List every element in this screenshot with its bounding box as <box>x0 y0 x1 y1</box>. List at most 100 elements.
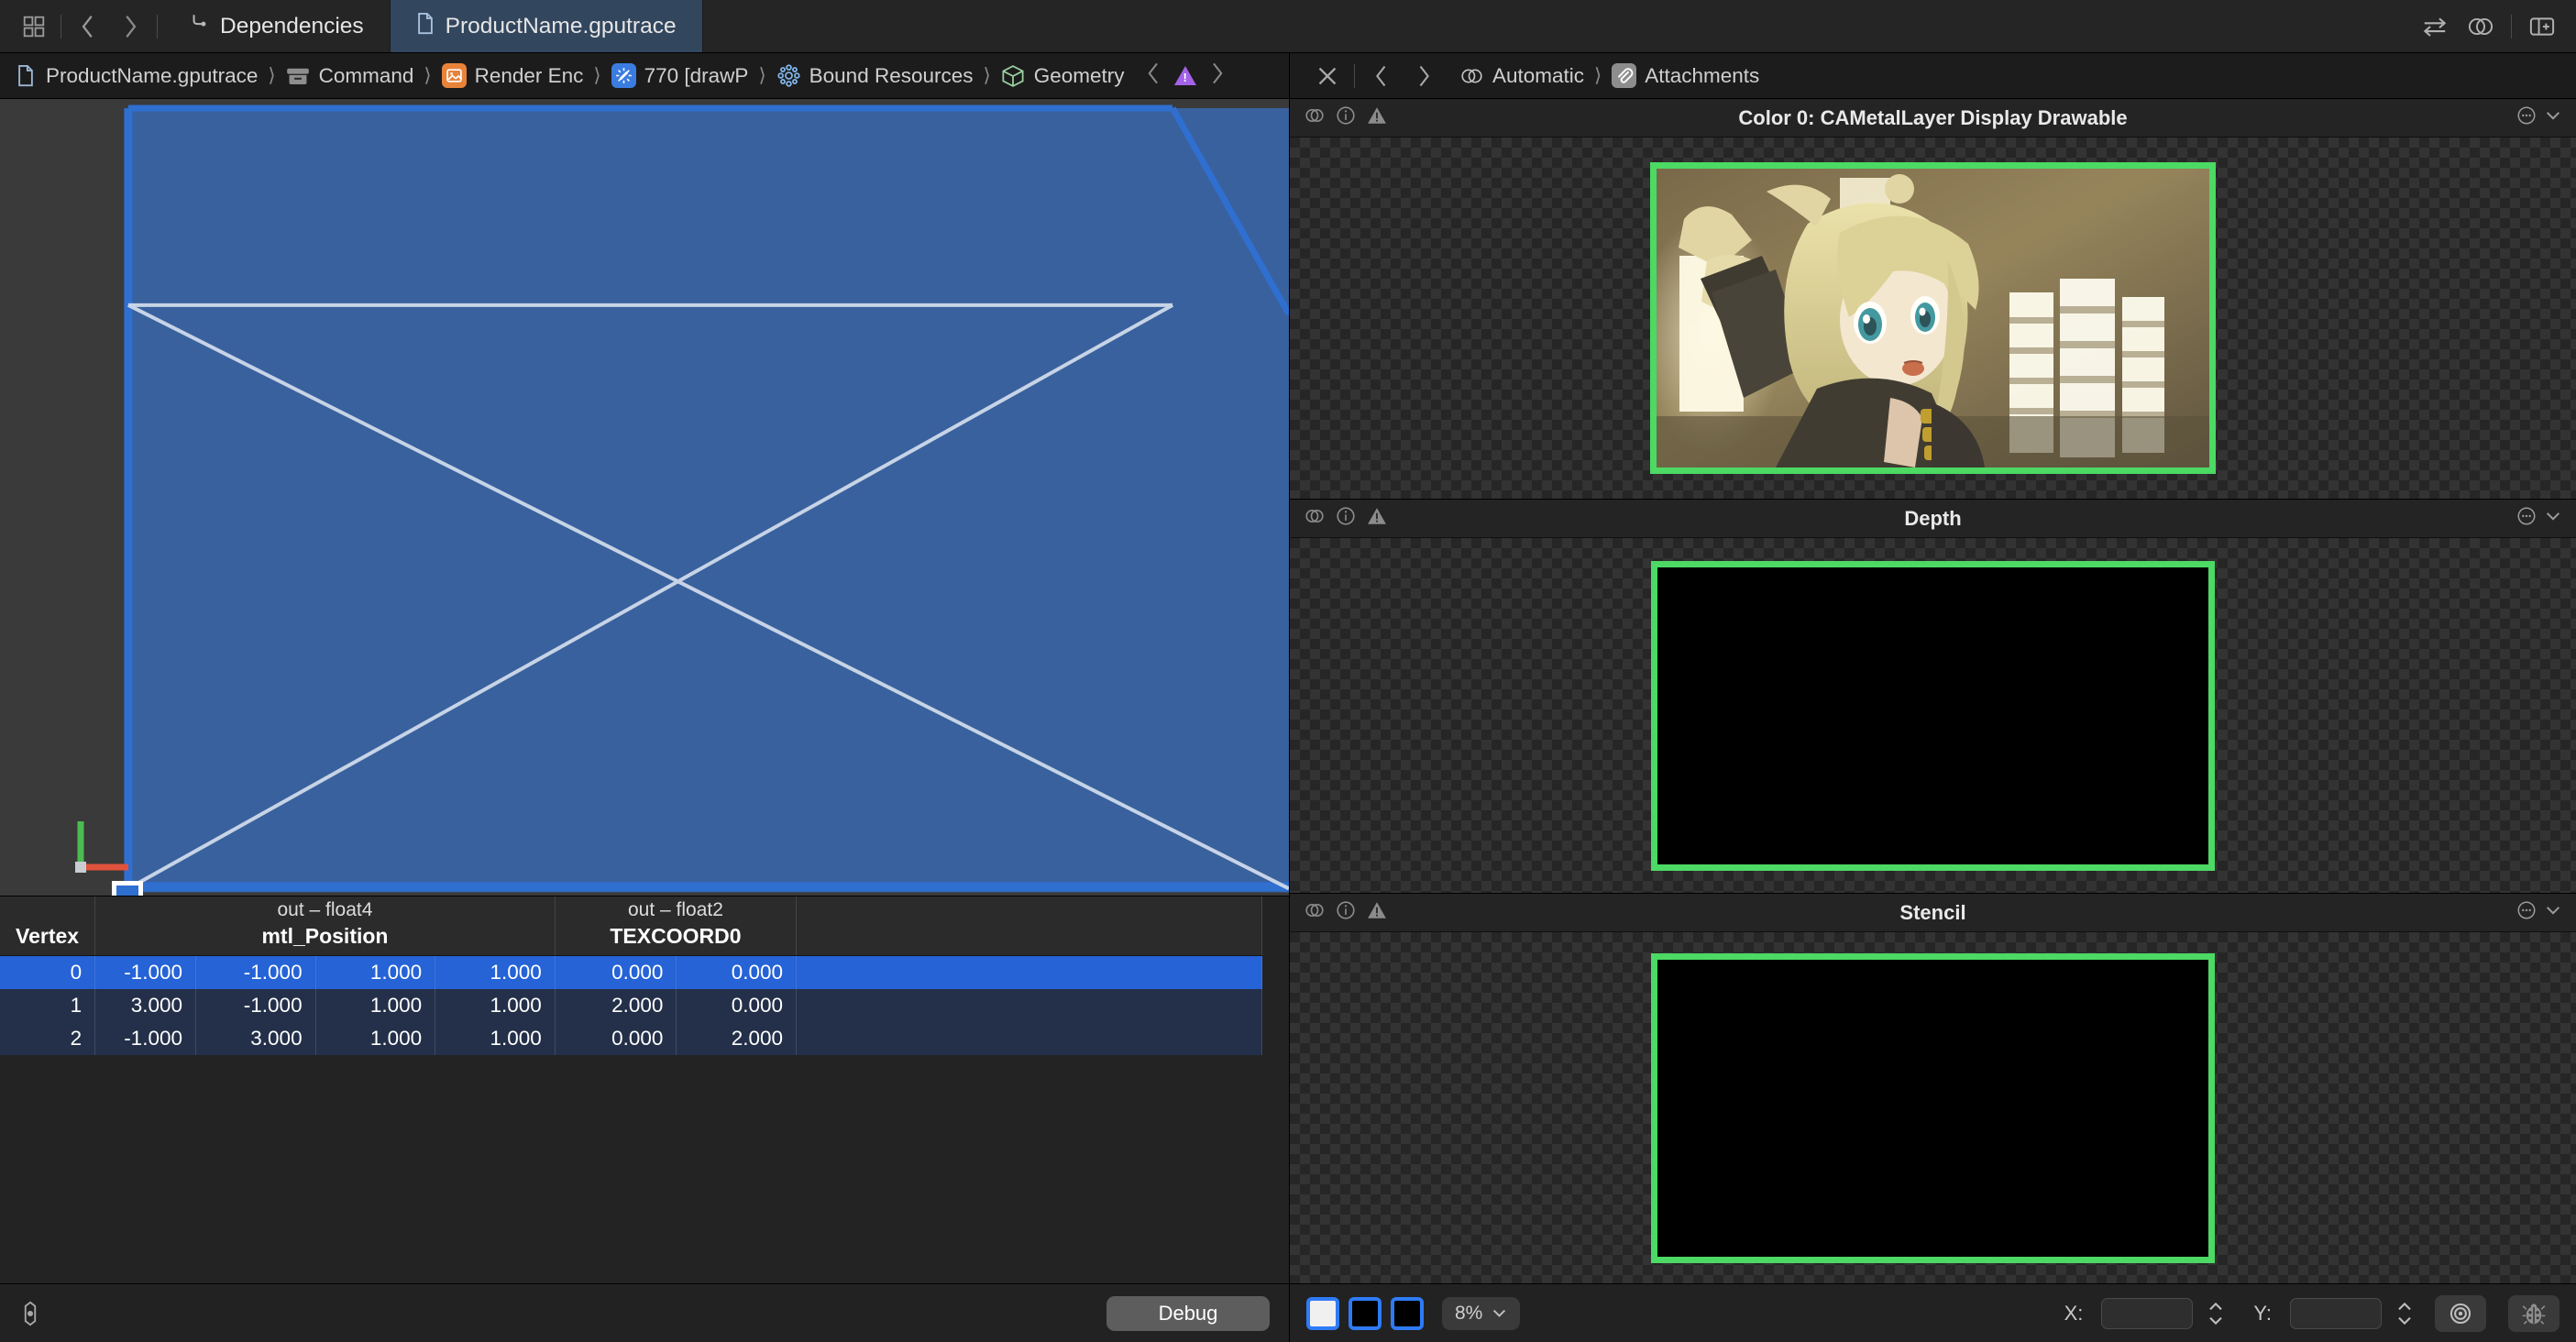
breadcrumb-separator: ⟩ <box>424 65 432 86</box>
cell-empty <box>796 1021 1262 1055</box>
breadcrumb-item-geometry[interactable]: Geometry <box>999 63 1127 88</box>
warning-triangle-icon[interactable] <box>1367 105 1387 130</box>
breadcrumb-item-attachments[interactable]: Attachments <box>1610 63 1761 88</box>
cell-vertex: 0 <box>0 955 96 989</box>
x-coordinate-input[interactable] <box>2101 1297 2194 1329</box>
tab-dependencies[interactable]: Dependencies <box>163 0 390 52</box>
breadcrumb-item-automatic[interactable]: Automatic <box>1458 63 1586 88</box>
dependencies-icon <box>189 12 209 40</box>
forward-chevron-icon[interactable] <box>109 6 151 48</box>
column-header-vertex[interactable]: Vertex <box>0 896 96 956</box>
cell-position-z: 1.000 <box>315 1021 436 1055</box>
swap-arrows-icon[interactable] <box>2414 6 2456 48</box>
cell-empty <box>796 955 1262 989</box>
render-preview-image <box>1657 169 2209 468</box>
forward-chevron-icon[interactable] <box>1209 61 1225 91</box>
attachment-header: Stencil <box>1290 894 2576 932</box>
x-stepper[interactable] <box>2207 1302 2224 1326</box>
forward-chevron-icon[interactable] <box>1403 55 1445 97</box>
ladybug-icon[interactable] <box>2508 1294 2559 1332</box>
warning-navigator <box>1146 61 1225 91</box>
overlap-circles-icon[interactable] <box>1305 900 1325 925</box>
warning-triangle-icon[interactable] <box>1367 900 1387 925</box>
gear-icon[interactable] <box>15 1298 46 1329</box>
channel-swatch-black-1[interactable] <box>1349 1296 1382 1330</box>
breadcrumb-separator: ⟩ <box>593 65 601 86</box>
back-chevron-icon[interactable] <box>1146 61 1161 91</box>
breadcrumb-item-gputrace[interactable]: ProductName.gputrace <box>11 63 259 88</box>
column-header-mtl-position[interactable]: out – float4 mtl_Position <box>94 896 556 956</box>
attachment-header: Color 0: CAMetalLayer Display Drawable <box>1290 99 2576 138</box>
zoom-control[interactable]: 8% <box>1442 1296 1521 1330</box>
attachment-title: Depth <box>1904 506 1962 530</box>
overlap-circles-icon[interactable] <box>1305 105 1325 130</box>
cell-position-y: -1.000 <box>195 955 316 989</box>
warning-triangle-icon[interactable] <box>1174 66 1197 85</box>
vertex-table-container[interactable]: Vertex out – float4 mtl_Position out – f… <box>0 896 1289 1283</box>
column-header-texcoord0[interactable]: out – float2 TEXCOORD0 <box>555 896 798 956</box>
attachment-body[interactable] <box>1290 932 2576 1283</box>
overlap-circles-icon[interactable] <box>2460 6 2502 48</box>
cell-texcoord-u: 2.000 <box>555 988 677 1022</box>
x-coordinate-label: X: <box>2064 1301 2084 1325</box>
target-icon[interactable] <box>2435 1294 2486 1332</box>
table-row[interactable]: 0 -1.000 -1.000 1.000 1.000 0.000 0.000 <box>0 955 1262 989</box>
more-options-icon[interactable] <box>2515 900 2537 925</box>
chevron-down-icon[interactable] <box>2545 109 2561 126</box>
more-options-icon[interactable] <box>2515 105 2537 130</box>
inspector-panel-icon[interactable] <box>2521 6 2563 48</box>
column-qualifier: out – float4 <box>277 899 373 920</box>
more-options-icon[interactable] <box>2515 506 2537 531</box>
left-bottom-toolbar: Debug <box>0 1283 1289 1342</box>
back-chevron-icon[interactable] <box>67 6 109 48</box>
divider <box>1354 63 1355 88</box>
table-row[interactable]: 2 -1.000 3.000 1.000 1.000 0.000 2.000 <box>0 1021 1262 1055</box>
attachment-depth: Depth <box>1290 500 2576 894</box>
cell-position-x: -1.000 <box>94 955 196 989</box>
attachment-header-actions <box>2515 506 2561 531</box>
cell-position-x: -1.000 <box>94 1021 196 1055</box>
breadcrumb-item-bound-resources[interactable]: Bound Resources <box>775 63 975 88</box>
cell-texcoord-u: 0.000 <box>555 955 677 989</box>
tab-productname-gputrace[interactable]: ProductName.gputrace <box>389 0 703 52</box>
chevron-down-icon[interactable] <box>2545 510 2561 527</box>
breadcrumb-label: Command <box>318 63 414 87</box>
y-coordinate-input[interactable] <box>2290 1297 2382 1329</box>
channel-swatch-white[interactable] <box>1306 1296 1339 1330</box>
attachment-color0: Color 0: CAMetalLayer Display Drawable <box>1290 99 2576 500</box>
attachment-body[interactable] <box>1290 138 2576 499</box>
overlap-circles-icon[interactable] <box>1305 506 1325 531</box>
info-icon[interactable] <box>1336 900 1356 925</box>
tab-label: Dependencies <box>220 13 364 38</box>
info-icon[interactable] <box>1336 506 1356 531</box>
cell-position-w: 1.000 <box>435 1021 556 1055</box>
chevron-down-icon[interactable] <box>2545 904 2561 921</box>
jump-bar: ProductName.gputrace ⟩ Command ⟩ Render … <box>0 53 2576 99</box>
column-label: TEXCOORD0 <box>610 924 742 948</box>
y-stepper[interactable] <box>2396 1302 2413 1326</box>
attachment-body[interactable] <box>1290 538 2576 893</box>
debug-button[interactable]: Debug <box>1106 1296 1270 1331</box>
cell-position-z: 1.000 <box>315 988 436 1022</box>
breadcrumb-item-draw-call[interactable]: 770 [drawP <box>610 63 751 88</box>
cell-texcoord-v: 2.000 <box>676 1021 798 1055</box>
chevron-down-icon[interactable] <box>1492 1303 1507 1325</box>
back-chevron-icon[interactable] <box>1360 55 1403 97</box>
selected-vertex-marker[interactable] <box>112 881 143 896</box>
table-row[interactable]: 1 3.000 -1.000 1.000 1.000 2.000 0.000 <box>0 988 1262 1022</box>
info-icon[interactable] <box>1336 105 1356 130</box>
attachment-header-icons <box>1305 105 1387 130</box>
cell-position-y: 3.000 <box>195 1021 316 1055</box>
axis-gizmo <box>75 821 128 873</box>
breadcrumb-item-render-encoder[interactable]: Render Enc <box>440 63 586 88</box>
close-icon[interactable] <box>1306 55 1349 97</box>
geometry-viewport[interactable] <box>0 99 1289 896</box>
warning-triangle-icon[interactable] <box>1367 506 1387 531</box>
grid-icon[interactable] <box>13 6 55 48</box>
depth-thumbnail[interactable] <box>1651 560 2215 871</box>
y-coordinate-label: Y: <box>2253 1301 2272 1325</box>
breadcrumb-item-command[interactable]: Command <box>284 63 416 88</box>
stencil-thumbnail[interactable] <box>1651 952 2215 1263</box>
color0-thumbnail[interactable] <box>1650 162 2216 474</box>
channel-swatch-black-2[interactable] <box>1391 1296 1424 1330</box>
